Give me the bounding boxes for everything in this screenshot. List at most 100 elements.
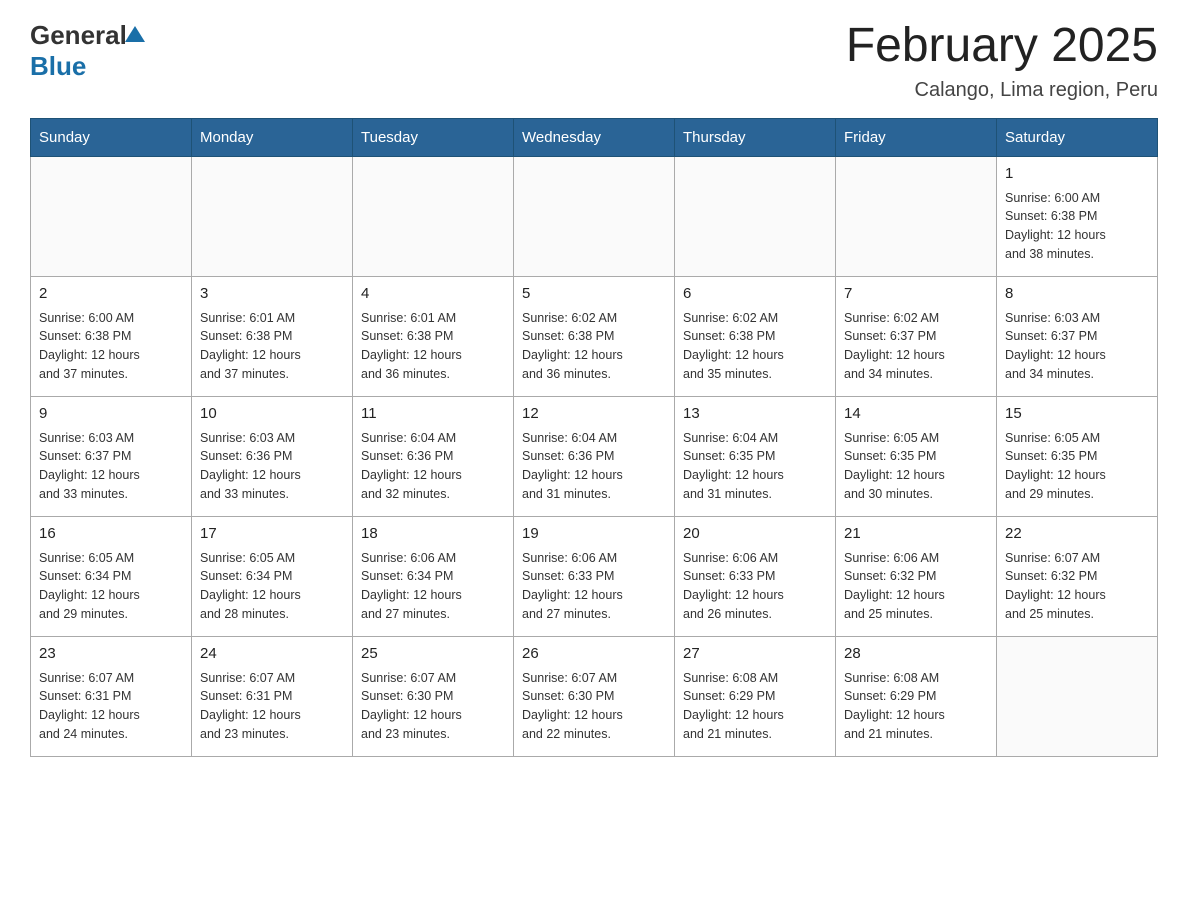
weekday-header-wednesday: Wednesday (514, 118, 675, 156)
calendar-cell: 27Sunrise: 6:08 AMSunset: 6:29 PMDayligh… (675, 636, 836, 756)
calendar-week-row: 16 Sunrise: 6:05 AMSunset: 6:34 PMDayligh… (31, 516, 1158, 636)
calendar-cell: 16 Sunrise: 6:05 AMSunset: 6:34 PMDayligh… (31, 516, 192, 636)
calendar-cell: 23Sunrise: 6:07 AMSunset: 6:31 PMDayligh… (31, 636, 192, 756)
day-info: Sunrise: 6:03 AMSunset: 6:36 PMDaylight:… (200, 429, 344, 504)
day-number: 4 (361, 283, 505, 305)
weekday-header-thursday: Thursday (675, 118, 836, 156)
weekday-header-tuesday: Tuesday (353, 118, 514, 156)
day-number: 8 (1005, 283, 1149, 305)
day-info: Sunrise: 6:03 AMSunset: 6:37 PMDaylight:… (39, 429, 183, 504)
day-info: Sunrise: 6:08 AMSunset: 6:29 PMDaylight:… (844, 669, 988, 744)
calendar-cell: 6Sunrise: 6:02 AMSunset: 6:38 PMDaylight… (675, 276, 836, 396)
day-number: 11 (361, 403, 505, 425)
day-number: 15 (1005, 403, 1149, 425)
calendar-cell: 24 Sunrise: 6:07 AMSunset: 6:31 PMDayligh… (192, 636, 353, 756)
calendar-week-row: 9 Sunrise: 6:03 AMSunset: 6:37 PMDaylight… (31, 396, 1158, 516)
day-info: Sunrise: 6:07 AMSunset: 6:31 PMDaylight:… (200, 669, 344, 744)
day-number: 13 (683, 403, 827, 425)
weekday-header-sunday: Sunday (31, 118, 192, 156)
calendar-table: SundayMondayTuesdayWednesdayThursdayFrid… (30, 118, 1158, 757)
title-area: February 2025 Calango, Lima region, Peru (846, 20, 1158, 102)
calendar-cell: 19 Sunrise: 6:06 AMSunset: 6:33 PMDayligh… (514, 516, 675, 636)
calendar-cell: 22 Sunrise: 6:07 AMSunset: 6:32 PMDayligh… (997, 516, 1158, 636)
day-info: Sunrise: 6:02 AMSunset: 6:38 PMDaylight:… (522, 309, 666, 384)
calendar-cell (836, 156, 997, 276)
calendar-week-row: 23Sunrise: 6:07 AMSunset: 6:31 PMDayligh… (31, 636, 1158, 756)
day-info: Sunrise: 6:01 AMSunset: 6:38 PMDaylight:… (361, 309, 505, 384)
calendar-cell: 7 Sunrise: 6:02 AMSunset: 6:37 PMDaylight… (836, 276, 997, 396)
day-info: Sunrise: 6:07 AMSunset: 6:30 PMDaylight:… (522, 669, 666, 744)
day-number: 9 (39, 403, 183, 425)
weekday-header-saturday: Saturday (997, 118, 1158, 156)
calendar-cell: 8 Sunrise: 6:03 AMSunset: 6:37 PMDaylight… (997, 276, 1158, 396)
day-number: 10 (200, 403, 344, 425)
calendar-cell: 25 Sunrise: 6:07 AMSunset: 6:30 PMDayligh… (353, 636, 514, 756)
calendar-week-row: 2 Sunrise: 6:00 AMSunset: 6:38 PMDaylight… (31, 276, 1158, 396)
logo-triangle-icon (125, 26, 145, 42)
weekday-header-row: SundayMondayTuesdayWednesdayThursdayFrid… (31, 118, 1158, 156)
calendar-cell (997, 636, 1158, 756)
day-info: Sunrise: 6:06 AMSunset: 6:32 PMDaylight:… (844, 549, 988, 624)
logo-blue-text: Blue (30, 51, 145, 82)
day-number: 1 (1005, 163, 1149, 185)
day-info: Sunrise: 6:03 AMSunset: 6:37 PMDaylight:… (1005, 309, 1149, 384)
calendar-cell: 11Sunrise: 6:04 AMSunset: 6:36 PMDayligh… (353, 396, 514, 516)
calendar-cell: 13 Sunrise: 6:04 AMSunset: 6:35 PMDayligh… (675, 396, 836, 516)
logo-general-text: General (30, 20, 127, 51)
calendar-cell: 10 Sunrise: 6:03 AMSunset: 6:36 PMDayligh… (192, 396, 353, 516)
calendar-cell: 15 Sunrise: 6:05 AMSunset: 6:35 PMDayligh… (997, 396, 1158, 516)
day-info: Sunrise: 6:08 AMSunset: 6:29 PMDaylight:… (683, 669, 827, 744)
day-number: 7 (844, 283, 988, 305)
day-number: 19 (522, 523, 666, 545)
calendar-cell: 28 Sunrise: 6:08 AMSunset: 6:29 PMDayligh… (836, 636, 997, 756)
calendar-cell (31, 156, 192, 276)
day-number: 16 (39, 523, 183, 545)
calendar-cell: 2 Sunrise: 6:00 AMSunset: 6:38 PMDaylight… (31, 276, 192, 396)
day-info: Sunrise: 6:06 AMSunset: 6:33 PMDaylight:… (683, 549, 827, 624)
day-info: Sunrise: 6:07 AMSunset: 6:31 PMDaylight:… (39, 669, 183, 744)
day-info: Sunrise: 6:04 AMSunset: 6:35 PMDaylight:… (683, 429, 827, 504)
day-info: Sunrise: 6:00 AMSunset: 6:38 PMDaylight:… (39, 309, 183, 384)
calendar-cell: 21 Sunrise: 6:06 AMSunset: 6:32 PMDayligh… (836, 516, 997, 636)
weekday-header-friday: Friday (836, 118, 997, 156)
calendar-cell: 9 Sunrise: 6:03 AMSunset: 6:37 PMDaylight… (31, 396, 192, 516)
day-number: 12 (522, 403, 666, 425)
day-info: Sunrise: 6:05 AMSunset: 6:35 PMDaylight:… (1005, 429, 1149, 504)
calendar-cell: 1Sunrise: 6:00 AMSunset: 6:38 PMDaylight… (997, 156, 1158, 276)
day-info: Sunrise: 6:07 AMSunset: 6:32 PMDaylight:… (1005, 549, 1149, 624)
calendar-cell (353, 156, 514, 276)
day-number: 17 (200, 523, 344, 545)
day-info: Sunrise: 6:07 AMSunset: 6:30 PMDaylight:… (361, 669, 505, 744)
calendar-cell (514, 156, 675, 276)
calendar-cell (192, 156, 353, 276)
calendar-week-row: 1Sunrise: 6:00 AMSunset: 6:38 PMDaylight… (31, 156, 1158, 276)
calendar-cell: 18Sunrise: 6:06 AMSunset: 6:34 PMDayligh… (353, 516, 514, 636)
logo: General Blue (30, 20, 145, 82)
day-info: Sunrise: 6:01 AMSunset: 6:38 PMDaylight:… (200, 309, 344, 384)
day-number: 26 (522, 643, 666, 665)
day-info: Sunrise: 6:02 AMSunset: 6:37 PMDaylight:… (844, 309, 988, 384)
day-number: 2 (39, 283, 183, 305)
day-number: 22 (1005, 523, 1149, 545)
day-info: Sunrise: 6:06 AMSunset: 6:33 PMDaylight:… (522, 549, 666, 624)
day-info: Sunrise: 6:02 AMSunset: 6:38 PMDaylight:… (683, 309, 827, 384)
day-number: 25 (361, 643, 505, 665)
location-subtitle: Calango, Lima region, Peru (846, 79, 1158, 102)
day-number: 21 (844, 523, 988, 545)
calendar-cell: 5 Sunrise: 6:02 AMSunset: 6:38 PMDaylight… (514, 276, 675, 396)
day-number: 20 (683, 523, 827, 545)
day-info: Sunrise: 6:05 AMSunset: 6:35 PMDaylight:… (844, 429, 988, 504)
day-number: 24 (200, 643, 344, 665)
day-info: Sunrise: 6:06 AMSunset: 6:34 PMDaylight:… (361, 549, 505, 624)
calendar-cell: 14Sunrise: 6:05 AMSunset: 6:35 PMDayligh… (836, 396, 997, 516)
weekday-header-monday: Monday (192, 118, 353, 156)
day-number: 5 (522, 283, 666, 305)
calendar-cell (675, 156, 836, 276)
calendar-cell: 3Sunrise: 6:01 AMSunset: 6:38 PMDaylight… (192, 276, 353, 396)
calendar-cell: 4 Sunrise: 6:01 AMSunset: 6:38 PMDaylight… (353, 276, 514, 396)
calendar-cell: 26 Sunrise: 6:07 AMSunset: 6:30 PMDayligh… (514, 636, 675, 756)
month-year-title: February 2025 (846, 20, 1158, 73)
day-info: Sunrise: 6:05 AMSunset: 6:34 PMDaylight:… (39, 549, 183, 624)
page-header: General Blue February 2025 Calango, Lima… (30, 20, 1158, 102)
day-number: 28 (844, 643, 988, 665)
